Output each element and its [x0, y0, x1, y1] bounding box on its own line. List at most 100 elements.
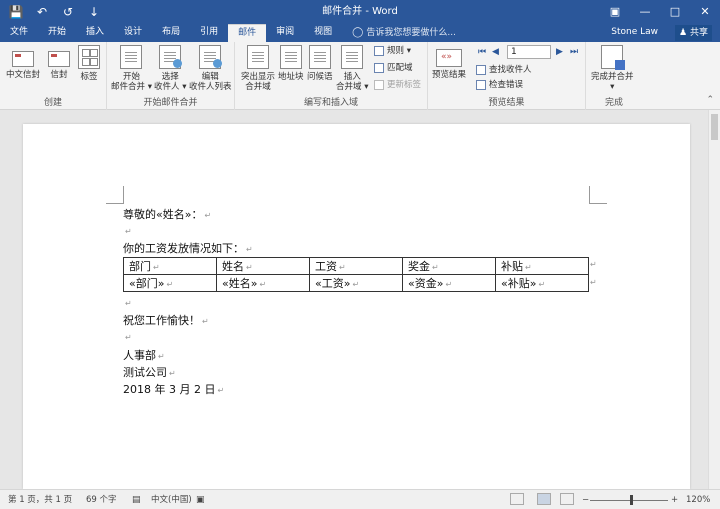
- update-labels-icon: [374, 80, 384, 90]
- minimize-icon[interactable]: —: [630, 0, 660, 24]
- group-create: 中文信封 信封 标签 创建: [0, 42, 107, 110]
- table-header-cell[interactable]: 工资 ↵: [309, 257, 403, 275]
- envelope-icon: [12, 51, 34, 67]
- insert-merge-field-button[interactable]: 插入 合并域 ▾: [336, 45, 368, 92]
- empty-line-3[interactable]: ↵: [123, 330, 132, 343]
- zoom-in-icon[interactable]: +: [671, 490, 678, 509]
- tab-references[interactable]: 引用: [190, 24, 228, 42]
- first-record-icon[interactable]: ⏮: [478, 45, 486, 59]
- last-record-icon[interactable]: ⏭: [570, 45, 578, 59]
- ribbon: 中文信封 信封 标签 创建 开始 邮件合并 ▾ 选择 收件人 ▾ 编辑 收件人列…: [0, 42, 720, 110]
- preview-results-button[interactable]: 预览结果: [432, 45, 466, 80]
- table-field-cell[interactable]: «工资» ↵: [309, 274, 403, 292]
- proofing-icon[interactable]: ▤: [132, 490, 141, 509]
- intro-line[interactable]: 你的工资发放情况如下： ↵: [123, 240, 253, 256]
- address-block-button[interactable]: 地址块: [278, 45, 304, 82]
- empty-line-2[interactable]: ↵: [123, 296, 132, 309]
- rules-button[interactable]: 规则 ▾: [374, 45, 411, 57]
- record-number-input[interactable]: 1: [507, 45, 551, 59]
- macro-icon[interactable]: ▣: [196, 490, 205, 509]
- document-page[interactable]: 尊敬的«姓名»： ↵ ↵ 你的工资发放情况如下： ↵ 部门 ↵ 姓名 ↵ 工资 ↵ 奖金 ↵…: [23, 124, 690, 489]
- share-label: 共享: [689, 28, 708, 38]
- tell-me-box[interactable]: ◯ 告诉我您想要做什么...: [352, 24, 456, 42]
- read-mode-button[interactable]: [510, 493, 524, 505]
- next-record-icon[interactable]: ▶: [556, 45, 563, 59]
- table-field-cell[interactable]: «资金» ↵: [402, 274, 496, 292]
- finish-merge-button[interactable]: 完成并合并 ▾: [591, 45, 634, 92]
- maximize-icon[interactable]: □: [660, 0, 690, 24]
- update-labels-button[interactable]: 更新标签: [374, 79, 421, 91]
- cell-mark: ↵: [166, 280, 174, 289]
- company-line[interactable]: 测试公司 ↵: [123, 364, 176, 380]
- highlight-label-1: 突出显示: [241, 72, 276, 82]
- word-count[interactable]: 69 个字: [86, 490, 117, 509]
- empty-line-1[interactable]: ↵: [123, 224, 132, 237]
- table-header-cell[interactable]: 姓名 ↵: [216, 257, 310, 275]
- select-recipients-button[interactable]: 选择 收件人 ▾: [154, 45, 186, 92]
- close-icon[interactable]: ✕: [690, 0, 720, 24]
- share-button[interactable]: ♟ 共享: [675, 25, 712, 41]
- print-layout-button[interactable]: [537, 493, 551, 505]
- table-header-cell[interactable]: 部门 ↵: [123, 257, 217, 275]
- table-field-cell[interactable]: «部门» ↵: [123, 274, 217, 292]
- tab-design[interactable]: 设计: [114, 24, 152, 42]
- table-field-cell[interactable]: «补贴» ↵: [495, 274, 589, 292]
- edit-recipient-list-button[interactable]: 编辑 收件人列表: [189, 45, 232, 92]
- user-name[interactable]: Stone Law: [611, 24, 658, 42]
- zh-envelope-button[interactable]: 中文信封: [6, 45, 40, 80]
- tab-insert[interactable]: 插入: [76, 24, 114, 42]
- labels-button[interactable]: 标签: [78, 45, 100, 82]
- greeting-line[interactable]: 尊敬的«姓名»： ↵: [123, 206, 211, 222]
- cell-mark: ↵: [246, 263, 253, 272]
- cell-text: «工资»: [315, 277, 351, 290]
- scrollbar-thumb[interactable]: [711, 114, 718, 140]
- web-layout-button[interactable]: [560, 493, 574, 505]
- table-field-cell[interactable]: «姓名» ↵: [216, 274, 310, 292]
- insert-field-icon: [341, 45, 364, 69]
- envelope-button[interactable]: 信封: [48, 45, 70, 80]
- title-bar: 💾 ↶ ↺ ↓ 邮件合并 - Word ▣ — □ ✕: [0, 0, 720, 24]
- vertical-scrollbar[interactable]: [708, 110, 720, 489]
- table-header-cell[interactable]: 补贴 ↵: [495, 257, 589, 275]
- tab-view[interactable]: 视图: [304, 24, 342, 42]
- greeting-line-button[interactable]: 问候语: [307, 45, 333, 82]
- page-count[interactable]: 第 1 页，共 1 页: [8, 490, 72, 509]
- window-controls: ▣ — □ ✕: [600, 0, 720, 24]
- edit-list-label-1: 编辑: [201, 72, 219, 82]
- company-text: 测试公司: [123, 366, 167, 379]
- tab-home[interactable]: 开始: [38, 24, 76, 42]
- tab-layout[interactable]: 布局: [152, 24, 190, 42]
- cell-text: 补贴: [501, 260, 523, 273]
- zoom-slider-thumb[interactable]: [630, 495, 633, 505]
- table-header-cell[interactable]: 奖金 ↵: [402, 257, 496, 275]
- cell-text: «补贴»: [501, 277, 537, 290]
- save-icon[interactable]: 💾: [8, 0, 24, 24]
- date-line[interactable]: 2018 年 3 月 2 日 ↵: [123, 381, 224, 397]
- previous-record-icon[interactable]: ◀: [492, 45, 499, 59]
- highlight-fields-button[interactable]: 突出显示 合并域: [241, 45, 275, 92]
- language-indicator[interactable]: 中文(中国): [151, 490, 192, 509]
- highlight-icon: [247, 45, 269, 69]
- tab-file[interactable]: 文件: [0, 24, 38, 42]
- match-fields-button[interactable]: 匹配域: [374, 62, 413, 74]
- zoom-level[interactable]: 120%: [686, 490, 710, 509]
- lightbulb-icon: ◯: [352, 27, 364, 38]
- recipients-icon: [159, 45, 183, 69]
- find-recipient-button[interactable]: 查找收件人: [476, 64, 532, 76]
- zoom-out-icon[interactable]: −: [582, 490, 589, 509]
- start-merge-button[interactable]: 开始 邮件合并 ▾: [111, 45, 152, 92]
- collapse-ribbon-icon[interactable]: ⌃: [706, 95, 714, 105]
- zoom-slider-track[interactable]: [590, 500, 668, 501]
- select-recipients-label-2: 收件人 ▾: [154, 82, 187, 92]
- redo-icon[interactable]: ↺: [60, 0, 76, 24]
- preview-results-label: 预览结果: [432, 70, 467, 80]
- check-errors-button[interactable]: 检查错误: [476, 79, 523, 91]
- wish-line[interactable]: 祝您工作愉快！ ↵: [123, 312, 209, 328]
- tab-review[interactable]: 审阅: [266, 24, 304, 42]
- dept-line[interactable]: 人事部 ↵: [123, 347, 165, 363]
- tab-mailings[interactable]: 邮件: [228, 24, 267, 42]
- undo-icon[interactable]: ↶: [34, 0, 50, 24]
- ribbon-display-icon[interactable]: ▣: [600, 0, 630, 24]
- address-icon: [279, 45, 302, 69]
- customize-qat-icon[interactable]: ↓: [86, 0, 102, 24]
